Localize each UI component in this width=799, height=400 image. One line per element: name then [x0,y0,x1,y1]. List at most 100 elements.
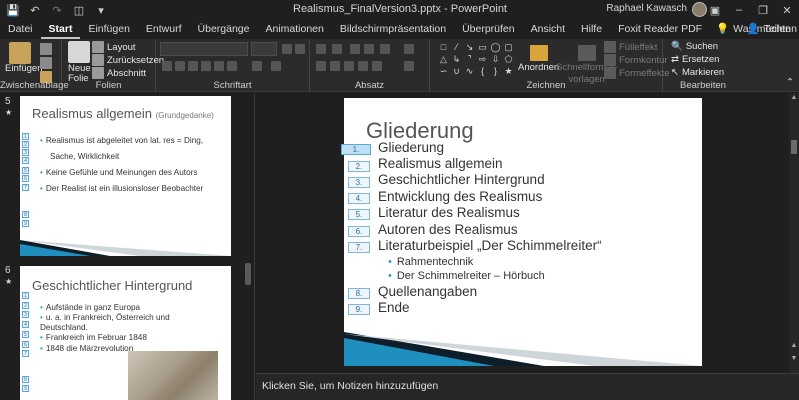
shape-pentagon-icon[interactable]: ⬠ [503,55,514,64]
increase-indent-icon[interactable] [364,44,374,54]
animation-tag-8[interactable]: 8. [348,288,370,299]
smartart-icon[interactable] [404,61,414,71]
outline-item-7[interactable]: Literaturbeispiel „Der Schimmelreiter“ [378,238,602,253]
paste-button[interactable]: Einfügen [5,63,43,74]
thumbnail-scrollbar[interactable] [245,263,251,285]
outline-item-4[interactable]: Entwicklung des Realismus [378,189,542,204]
decrease-indent-icon[interactable] [350,44,360,54]
previous-slide-icon[interactable]: ▲ [789,342,799,352]
notes-placeholder[interactable]: Klicken Sie, um Notizen hinzuzufügen [262,380,438,392]
ribbon-display-options-icon[interactable]: ▣ [703,0,727,20]
outline-item-8[interactable]: Quellenangaben [378,284,477,299]
shape-star-icon[interactable]: ★ [503,67,514,76]
shapes-gallery[interactable]: □ ⁄ ↘ ▭ ◯ ▢ △ ↳ ⌝ ⇨ ⇩ ⬠ ∽ ∪ ∿ { } ★ [438,43,518,76]
font-size-combo[interactable] [251,42,277,56]
share-button[interactable]: 👤 Teilen [746,20,791,39]
reset-button[interactable]: Zurücksetzen [92,54,164,66]
shape-outline-button[interactable]: Formkontur [604,54,668,66]
shape-arrow-icon[interactable]: ↘ [464,43,475,52]
tab-insert[interactable]: Einfügen [80,20,137,39]
select-button[interactable]: ↖ Markieren [671,67,724,78]
shape-rarrow-icon[interactable]: ⇨ [477,55,488,64]
save-icon[interactable]: 💾 [6,3,20,17]
tab-foxit[interactable]: Foxit Reader PDF [610,20,710,39]
shape-oval-icon[interactable]: ◯ [490,43,501,52]
animation-tag-2[interactable]: 2. [348,161,370,172]
tab-review[interactable]: Überprüfen [454,20,523,39]
animation-tag-9[interactable]: 9. [348,304,370,315]
outline-item-2[interactable]: Realismus allgemein [378,156,503,171]
new-slide-icon[interactable] [68,41,90,63]
find-button[interactable]: 🔍 Suchen [671,41,718,52]
slide-thumbnail-5[interactable]: Realismus allgemein (Grundgedanke) • Real… [20,96,231,256]
editor-scroll-thumb[interactable] [791,140,797,154]
animation-tag-3[interactable]: 3. [348,177,370,188]
text-direction-icon[interactable] [404,44,414,54]
shape-brace2-icon[interactable]: } [490,67,501,76]
shape-rect-icon[interactable]: ▭ [477,43,488,52]
outline-item-6[interactable]: Autoren des Realismus [378,222,518,237]
align-right-icon[interactable] [344,61,354,71]
font-color-icon[interactable] [271,61,281,71]
animation-tag-7[interactable]: 7. [348,242,370,253]
customize-toolbar-icon[interactable]: ▾ [94,3,108,17]
shape-elbow-icon[interactable]: ⌝ [464,55,475,64]
paste-icon[interactable] [9,42,31,64]
bullets-icon[interactable] [316,44,326,54]
outline-item-9[interactable]: Ende [378,300,410,315]
tab-home[interactable]: Start [40,20,81,39]
shape-darrow-icon[interactable]: ⇩ [490,55,501,64]
tab-slideshow[interactable]: Bildschirmpräsentation [332,20,454,39]
animation-tag-1[interactable]: 1. [341,144,371,155]
shape-effects-button[interactable]: Formeffekte [604,67,670,79]
animation-tag-6[interactable]: 6. [348,226,370,237]
shape-curve-icon[interactable]: ∪ [451,67,462,76]
align-left-icon[interactable] [316,61,326,71]
justify-icon[interactable] [358,61,368,71]
strikethrough-icon[interactable] [201,61,211,71]
shape-line-icon[interactable]: ⁄ [451,43,462,52]
replace-button[interactable]: ⇄ Ersetzen [671,54,719,65]
increase-font-icon[interactable] [282,44,292,54]
section-button[interactable]: Abschnitt [92,67,146,79]
font-family-combo[interactable] [160,42,248,56]
close-icon[interactable]: ✕ [775,0,799,20]
current-slide[interactable]: Gliederung Gliederung Realismus allgemei… [344,98,702,366]
bold-icon[interactable] [162,61,172,71]
minimize-icon[interactable]: – [727,0,751,20]
undo-icon[interactable]: ↶ [28,3,42,17]
tab-view[interactable]: Ansicht [523,20,573,39]
clear-format-icon[interactable] [295,44,305,54]
editor-scrollbar[interactable] [789,93,799,373]
italic-icon[interactable] [175,61,185,71]
collapse-ribbon-icon[interactable]: ⌃ [786,77,794,88]
columns-icon[interactable] [372,61,382,71]
next-slide-icon[interactable]: ▼ [789,355,799,365]
shape-rounded-icon[interactable]: ▢ [503,43,514,52]
outline-item-3[interactable]: Geschichtlicher Hintergrund [378,172,545,187]
shape-brace-icon[interactable]: { [477,67,488,76]
shape-wave-icon[interactable]: ∽ [438,67,449,76]
align-center-icon[interactable] [330,61,340,71]
shape-fill-button[interactable]: Fülleffekt [604,41,657,53]
tab-transitions[interactable]: Übergänge [190,20,258,39]
user-name[interactable]: Raphael Kawasch [606,3,687,14]
underline-icon[interactable] [188,61,198,71]
tab-design[interactable]: Entwurf [138,20,190,39]
shape-freeform-icon[interactable]: ∿ [464,67,475,76]
outline-item-1[interactable]: Gliederung [378,140,444,155]
notes-pane[interactable]: Klicken Sie, um Notizen hinzuzufügen [256,373,799,400]
line-spacing-icon[interactable] [380,44,390,54]
scroll-up-icon[interactable]: ▲ [789,94,799,104]
animation-tag-4[interactable]: 4. [348,193,370,204]
shape-bend-icon[interactable]: ↳ [451,55,462,64]
char-spacing-icon[interactable] [214,61,224,71]
arrange-button[interactable]: Anordnen [518,45,559,73]
start-slideshow-icon[interactable]: ◫ [72,3,86,17]
tab-animations[interactable]: Animationen [257,20,331,39]
maximize-icon[interactable]: ❐ [751,0,775,20]
copy-icon[interactable] [40,57,52,69]
outline-item-5[interactable]: Literatur des Realismus [378,205,520,220]
tab-file[interactable]: Datei [0,20,41,39]
tab-help[interactable]: Hilfe [573,20,610,39]
